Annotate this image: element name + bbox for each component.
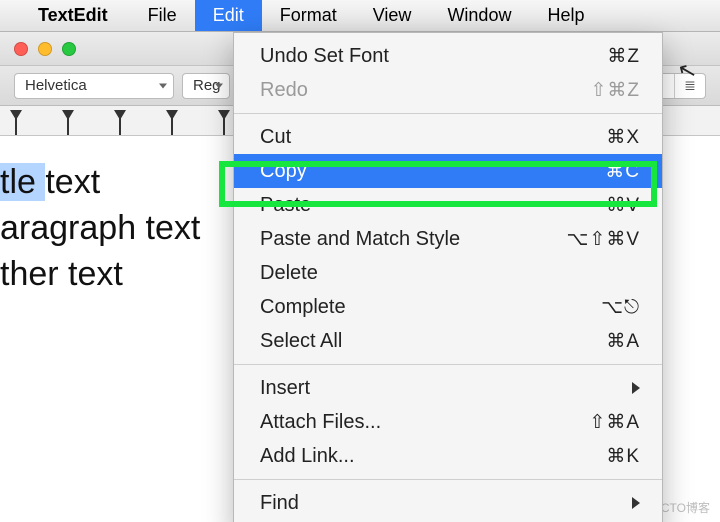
menu-item-label: Add Link... (260, 445, 606, 468)
menubar-item-window[interactable]: Window (429, 0, 529, 31)
ruler-tab-stop[interactable] (218, 110, 230, 120)
submenu-arrow-icon (632, 497, 640, 509)
menu-separator (234, 479, 662, 480)
ruler-tab-stop[interactable] (62, 110, 74, 120)
menu-separator (234, 113, 662, 114)
menu-item-shortcut: ⌥⎋ (601, 296, 640, 319)
menubar-item-view[interactable]: View (355, 0, 430, 31)
zoom-window-button[interactable] (62, 42, 76, 56)
menu-item-label: Cut (260, 126, 606, 149)
menubar-item-format[interactable]: Format (262, 0, 355, 31)
selected-text: tle (0, 163, 45, 201)
menu-item-shortcut: ⌥⇧⌘V (567, 228, 641, 251)
menu-item-label: Attach Files... (260, 411, 589, 434)
menu-item-label: Find (260, 492, 632, 515)
menu-item-label: Paste (260, 194, 606, 217)
menubar-item-help[interactable]: Help (529, 0, 602, 31)
menu-item-shortcut: ⌘C (605, 160, 640, 183)
menubar-app-name[interactable]: TextEdit (38, 5, 108, 26)
menu-separator (234, 364, 662, 365)
ruler-tab-stop[interactable] (114, 110, 126, 120)
submenu-arrow-icon (632, 382, 640, 394)
menu-item-label: Complete (260, 296, 601, 319)
close-window-button[interactable] (14, 42, 28, 56)
menu-item-label: Copy (260, 160, 605, 183)
minimize-window-button[interactable] (38, 42, 52, 56)
menu-item-undo-set-font[interactable]: Undo Set Font⌘Z (234, 39, 662, 73)
menu-item-cut[interactable]: Cut⌘X (234, 120, 662, 154)
menu-item-complete[interactable]: Complete⌥⎋ (234, 290, 662, 324)
menu-item-redo: Redo⇧⌘Z (234, 73, 662, 107)
font-style-select[interactable]: Reg (182, 73, 230, 99)
ruler-tab-stop[interactable] (10, 110, 22, 120)
menu-item-delete[interactable]: Delete (234, 256, 662, 290)
menu-item-insert[interactable]: Insert (234, 371, 662, 405)
menu-item-label: Undo Set Font (260, 45, 607, 68)
traffic-lights (14, 42, 76, 56)
menu-item-label: Delete (260, 262, 640, 285)
menu-item-attach-files[interactable]: Attach Files...⇧⌘A (234, 405, 662, 439)
menu-item-label: Redo (260, 79, 590, 102)
menu-item-shortcut: ⌘V (606, 194, 640, 217)
font-family-value: Helvetica (25, 77, 87, 94)
menu-item-shortcut: ⌘K (606, 445, 640, 468)
menu-item-paste[interactable]: Paste⌘V (234, 188, 662, 222)
menu-item-label: Paste and Match Style (260, 228, 567, 251)
ruler-tab-stop[interactable] (166, 110, 178, 120)
edit-dropdown-menu: Undo Set Font⌘ZRedo⇧⌘ZCut⌘XCopy⌘CPaste⌘V… (233, 32, 663, 522)
font-style-value: Reg (193, 77, 221, 94)
menu-item-paste-and-match-style[interactable]: Paste and Match Style⌥⇧⌘V (234, 222, 662, 256)
menubar-item-edit[interactable]: Edit (195, 0, 262, 31)
menu-item-label: Select All (260, 330, 606, 353)
menu-item-shortcut: ⇧⌘A (589, 411, 640, 434)
menu-item-copy[interactable]: Copy⌘C (234, 154, 662, 188)
menu-item-shortcut: ⌘A (606, 330, 640, 353)
menu-item-shortcut: ⇧⌘Z (590, 79, 640, 102)
system-menubar: TextEdit File Edit Format View Window He… (0, 0, 720, 32)
menu-item-shortcut: ⌘Z (607, 45, 640, 68)
menu-item-label: Insert (260, 377, 632, 400)
menu-item-shortcut: ⌘X (606, 126, 640, 149)
menu-item-find[interactable]: Find (234, 486, 662, 520)
menu-item-add-link[interactable]: Add Link...⌘K (234, 439, 662, 473)
menubar-item-file[interactable]: File (130, 0, 195, 31)
font-family-select[interactable]: Helvetica (14, 73, 174, 99)
menu-item-select-all[interactable]: Select All⌘A (234, 324, 662, 358)
